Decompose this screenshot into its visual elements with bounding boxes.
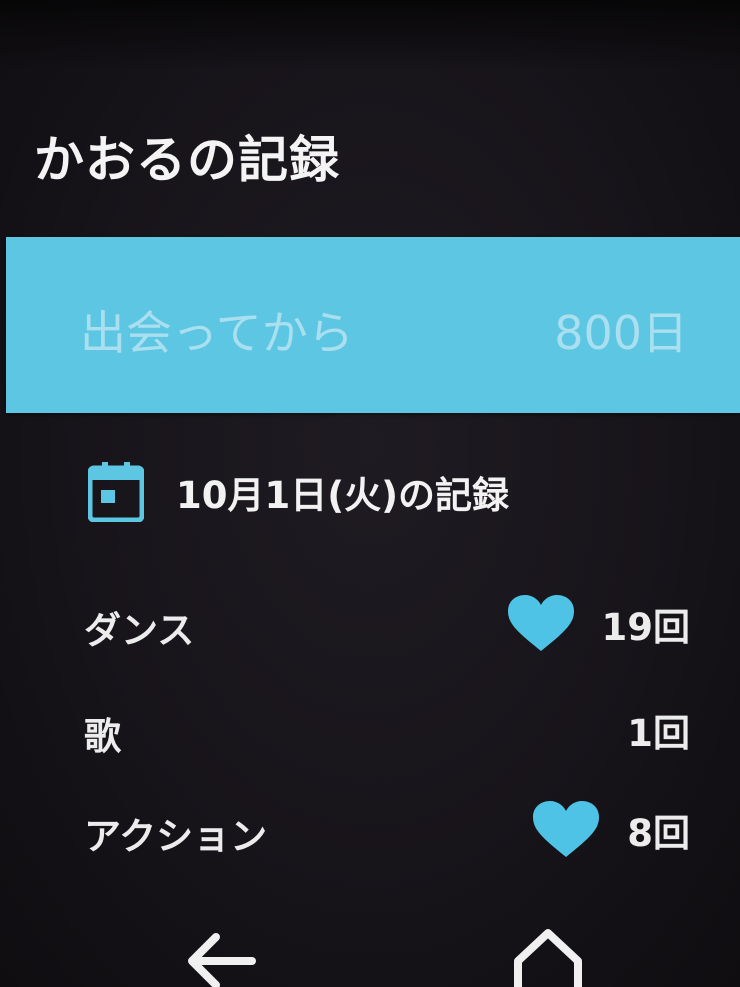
navigation-bar — [0, 905, 740, 987]
record-name: アクション — [84, 815, 268, 858]
record-count: 1回 — [627, 712, 690, 755]
home-icon[interactable] — [508, 927, 588, 987]
list-item[interactable]: ダンス 19回 — [84, 594, 690, 654]
record-name: ダンス — [84, 609, 195, 652]
back-arrow-icon[interactable] — [180, 923, 260, 987]
date-label: 10月1日(火)の記録 — [176, 474, 510, 517]
days-together-label: 出会ってから — [80, 306, 354, 360]
list-item[interactable]: 歌 1回 — [84, 700, 690, 760]
heart-icon — [507, 595, 574, 651]
record-name: 歌 — [84, 715, 121, 758]
page-title: かおるの記録 — [34, 131, 340, 189]
list-item[interactable]: アクション 8回 — [84, 800, 690, 860]
record-count: 8回 — [627, 812, 690, 855]
days-together-value: 800日 — [554, 306, 688, 360]
screen: かおるの記録 出会ってから 800日 10月1日(火)の記録 ダンス 19回 歌… — [0, 0, 740, 987]
status-bar-shade — [0, 0, 740, 70]
date-header[interactable]: 10月1日(火)の記録 — [88, 462, 509, 522]
days-together-banner: 出会ってから 800日 — [6, 237, 740, 413]
heart-icon — [533, 801, 600, 857]
calendar-icon — [88, 462, 144, 522]
record-count: 19回 — [601, 606, 691, 649]
